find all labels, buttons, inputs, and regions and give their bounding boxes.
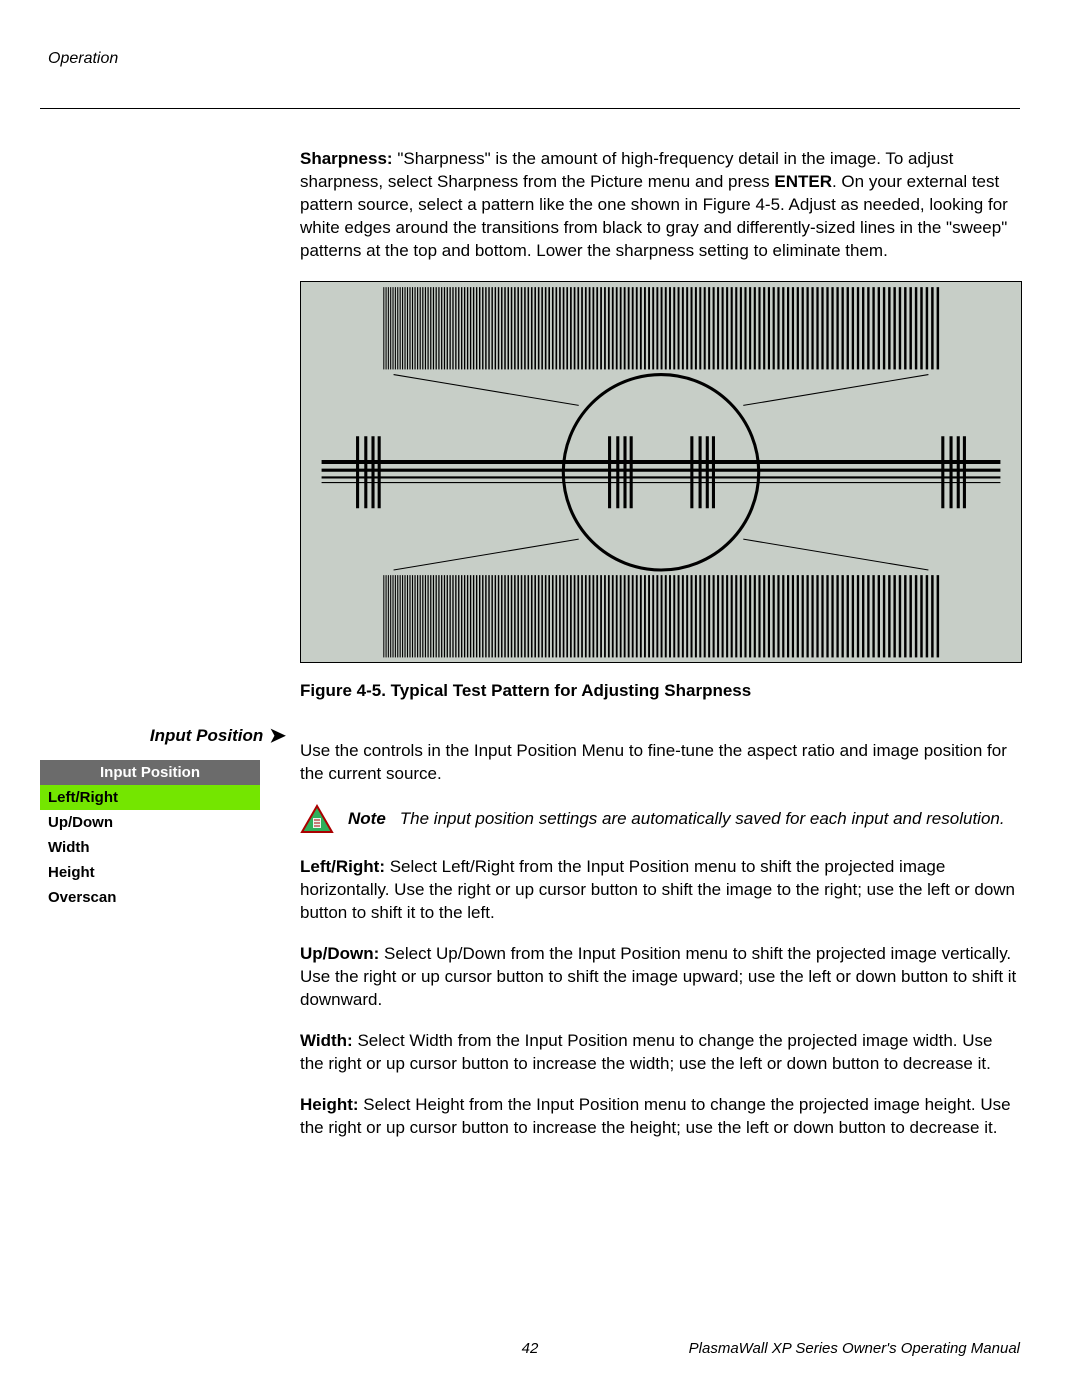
- figure-sharpness-pattern: (function(){ function bars(gId, y, h, fl…: [300, 281, 1022, 664]
- sharpness-paragraph: Sharpness: "Sharpness" is the amount of …: [300, 148, 1020, 263]
- up-down-paragraph: Up/Down: Select Up/Down from the Input P…: [300, 943, 1020, 1012]
- row-sharpness: Sharpness: "Sharpness" is the amount of …: [40, 131, 1020, 723]
- note-body: The input position settings are automati…: [400, 808, 1020, 831]
- menu-item-width[interactable]: Width: [40, 835, 260, 860]
- page: Operation Sharpness: "Sharpness" is the …: [0, 0, 1080, 1397]
- menu-input-position: Input Position Left/Right Up/Down Width …: [40, 760, 260, 910]
- menu-item-overscan[interactable]: Overscan: [40, 885, 260, 910]
- manual-title: PlasmaWall XP Series Owner's Operating M…: [689, 1340, 1020, 1357]
- header-rule: [40, 108, 1020, 109]
- enter-key: ENTER: [774, 172, 832, 191]
- menu-item-height[interactable]: Height: [40, 860, 260, 885]
- menu-item-left-right[interactable]: Left/Right: [40, 785, 260, 810]
- page-footer: 42 PlasmaWall XP Series Owner's Operatin…: [40, 1340, 1020, 1357]
- page-number: 42: [522, 1340, 539, 1357]
- input-position-intro: Use the controls in the Input Position M…: [300, 740, 1020, 786]
- menu-item-up-down[interactable]: Up/Down: [40, 810, 260, 835]
- section-header: Operation: [48, 50, 1020, 68]
- note-label: Note: [348, 809, 386, 829]
- height-paragraph: Height: Select Height from the Input Pos…: [300, 1094, 1020, 1140]
- note-row: Note The input position settings are aut…: [300, 804, 1020, 834]
- row-input-position: Input Position➤ Input Position Left/Righ…: [40, 723, 1020, 1157]
- left-right-paragraph: Left/Right: Select Left/Right from the I…: [300, 856, 1020, 925]
- menu-title: Input Position: [40, 760, 260, 785]
- note-icon: [300, 804, 334, 834]
- side-heading-input-position: Input Position➤: [40, 723, 288, 748]
- sharpness-label: Sharpness:: [300, 149, 393, 168]
- figure-caption: Figure 4-5. Typical Test Pattern for Adj…: [300, 681, 1020, 701]
- arrow-icon: ➤: [269, 725, 286, 747]
- width-paragraph: Width: Select Width from the Input Posit…: [300, 1030, 1020, 1076]
